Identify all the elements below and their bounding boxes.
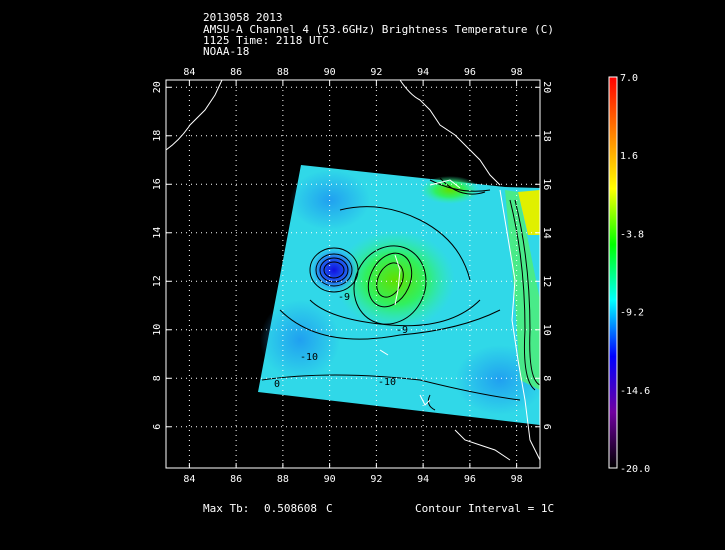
colorbar-label: 7.0 xyxy=(620,73,638,84)
lat-tick-label-right: 6 xyxy=(541,424,552,430)
lon-tick-label-top: 86 xyxy=(230,67,242,78)
lat-tick-label-left: 20 xyxy=(152,81,163,93)
lon-tick-label-top: 98 xyxy=(511,67,523,78)
contour-label: -9 xyxy=(396,325,408,336)
max-tb-label: Max Tb: xyxy=(203,502,250,515)
map-plot: -9 -9 -10 -10 0 848486868888909092929494… xyxy=(152,67,650,485)
contour-label: -10 xyxy=(378,377,396,388)
lat-tick-label-right: 18 xyxy=(541,130,552,142)
colorbar-labels: 7.0 1.6 -3.8 -9.2 -14.6 -20.0 xyxy=(620,73,650,475)
contour-label: -9 xyxy=(338,292,350,303)
lon-tick-label-bottom: 88 xyxy=(277,474,289,485)
lon-tick-label-top: 94 xyxy=(417,67,429,78)
lon-tick-label-bottom: 84 xyxy=(183,474,195,485)
contour-label: -10 xyxy=(300,352,318,363)
lat-tick-label-left: 10 xyxy=(152,324,163,336)
lat-tick-label-left: 14 xyxy=(152,227,163,239)
lat-tick-label-right: 8 xyxy=(541,375,552,381)
colorbar-label: -9.2 xyxy=(620,308,644,319)
lon-tick-label-top: 92 xyxy=(370,67,382,78)
lat-tick-label-left: 12 xyxy=(152,275,163,287)
colorbar xyxy=(608,76,618,469)
lat-tick-label-right: 12 xyxy=(541,275,552,287)
lon-tick-label-bottom: 90 xyxy=(324,474,336,485)
max-tb-value: 0.508608 xyxy=(264,502,317,515)
lon-tick-label-top: 90 xyxy=(324,67,336,78)
lon-tick-label-top: 88 xyxy=(277,67,289,78)
colorbar-label: -20.0 xyxy=(620,464,650,475)
lat-tick-label-left: 18 xyxy=(152,130,163,142)
lat-tick-label-right: 10 xyxy=(541,324,552,336)
colorbar-label: -3.8 xyxy=(620,229,644,240)
lon-tick-label-bottom: 92 xyxy=(370,474,382,485)
lon-tick-label-top: 96 xyxy=(464,67,476,78)
lat-tick-label-right: 14 xyxy=(541,227,552,239)
colorbar-label: 1.6 xyxy=(620,151,638,162)
lon-tick-label-top: 84 xyxy=(183,67,195,78)
lon-tick-label-bottom: 98 xyxy=(511,474,523,485)
lon-tick-label-bottom: 96 xyxy=(464,474,476,485)
lat-tick-label-right: 20 xyxy=(541,81,552,93)
lat-tick-label-left: 16 xyxy=(152,178,163,190)
contour-label: 0 xyxy=(274,379,280,390)
colorbar-label: -14.6 xyxy=(620,386,650,397)
lat-tick-label-left: 8 xyxy=(152,375,163,381)
lat-tick-label-right: 16 xyxy=(541,178,552,190)
lon-tick-label-bottom: 86 xyxy=(230,474,242,485)
max-tb-unit: C xyxy=(326,502,333,515)
lon-tick-label-bottom: 94 xyxy=(417,474,429,485)
contour-interval: Contour Interval = 1C xyxy=(415,502,555,515)
lat-tick-label-left: 6 xyxy=(152,424,163,430)
